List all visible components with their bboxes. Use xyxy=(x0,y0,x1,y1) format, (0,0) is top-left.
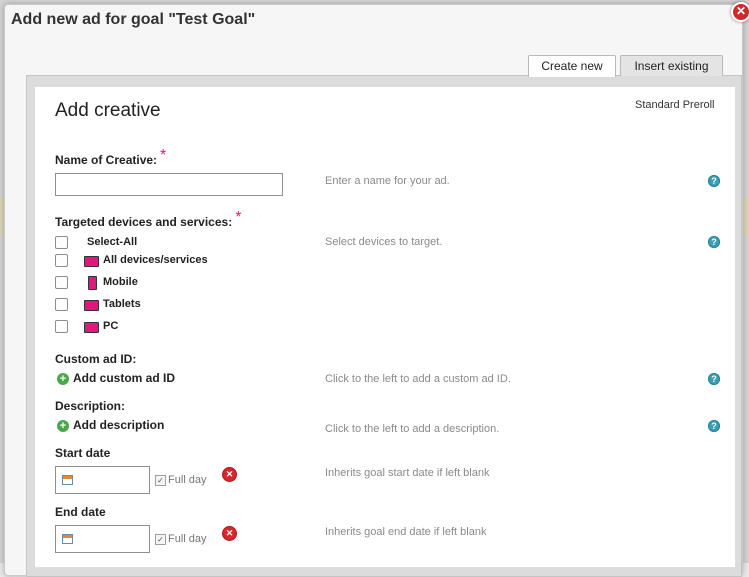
creative-name-input[interactable] xyxy=(55,173,283,196)
devices-hint: Select devices to target. xyxy=(325,236,443,248)
name-hint: Enter a name for your ad. xyxy=(325,175,450,187)
form-heading: Add creative xyxy=(55,100,161,121)
devices-label: Targeted devices and services: * xyxy=(55,209,241,231)
add-icon[interactable]: + xyxy=(57,420,69,432)
option-pc: PC xyxy=(103,320,119,332)
option-tablets: Tablets xyxy=(103,298,141,310)
help-icon[interactable]: ? xyxy=(708,373,720,385)
start-full-day-label: Full day xyxy=(168,474,207,486)
devices-label-text: Targeted devices and services: xyxy=(55,215,233,229)
start-full-day-checkbox[interactable]: ✓ xyxy=(155,475,166,486)
pc-icon xyxy=(84,322,99,333)
add-custom-id-link[interactable]: Add custom ad ID xyxy=(73,371,175,385)
close-icon[interactable]: ✕ xyxy=(731,2,749,22)
end-full-day-checkbox[interactable]: ✓ xyxy=(155,534,166,545)
end-date-hint: Inherits goal end date if left blank xyxy=(325,526,487,538)
option-mobile: Mobile xyxy=(103,276,138,288)
calendar-icon[interactable] xyxy=(62,475,73,485)
modal-title: Add new ad for goal "Test Goal" xyxy=(11,11,256,28)
description-hint: Click to the left to add a description. xyxy=(325,423,500,435)
end-full-day-label: Full day xyxy=(168,533,207,545)
required-marker: * xyxy=(160,147,167,164)
checkbox-mobile[interactable] xyxy=(55,276,68,289)
add-description-link[interactable]: Add description xyxy=(73,418,164,432)
start-date-hint: Inherits goal start date if left blank xyxy=(325,467,490,479)
name-label-text: Name of Creative: xyxy=(55,153,158,167)
calendar-icon[interactable] xyxy=(62,534,73,544)
tab-create-new[interactable]: Create new xyxy=(528,55,616,77)
start-date-label: Start date xyxy=(55,446,111,460)
option-select-all: Select-All xyxy=(87,236,138,248)
tab-insert-existing[interactable]: Insert existing xyxy=(620,55,723,76)
end-date-label: End date xyxy=(55,505,106,519)
checkbox-all-devices[interactable] xyxy=(55,254,68,267)
description-label: Description: xyxy=(55,399,126,413)
help-icon[interactable]: ? xyxy=(708,420,720,432)
option-all-devices: All devices/services xyxy=(103,254,208,266)
help-icon[interactable]: ? xyxy=(708,175,720,187)
all-devices-icon xyxy=(84,256,99,267)
custom-id-hint: Click to the left to add a custom ad ID. xyxy=(325,373,511,385)
checkbox-select-all[interactable] xyxy=(55,236,68,249)
name-label: Name of Creative: * xyxy=(55,147,166,169)
checkbox-tablets[interactable] xyxy=(55,298,68,311)
clear-start-date-icon[interactable]: ✕ xyxy=(223,468,236,481)
help-icon[interactable]: ? xyxy=(708,236,720,248)
custom-id-label: Custom ad ID: xyxy=(55,352,137,366)
required-marker: * xyxy=(235,209,242,226)
clear-end-date-icon[interactable]: ✕ xyxy=(223,527,236,540)
add-icon[interactable]: + xyxy=(57,373,69,385)
tablet-icon xyxy=(84,300,99,311)
ad-type-label: Standard Preroll xyxy=(635,99,715,111)
checkbox-pc[interactable] xyxy=(55,320,68,333)
mobile-icon xyxy=(88,276,97,290)
